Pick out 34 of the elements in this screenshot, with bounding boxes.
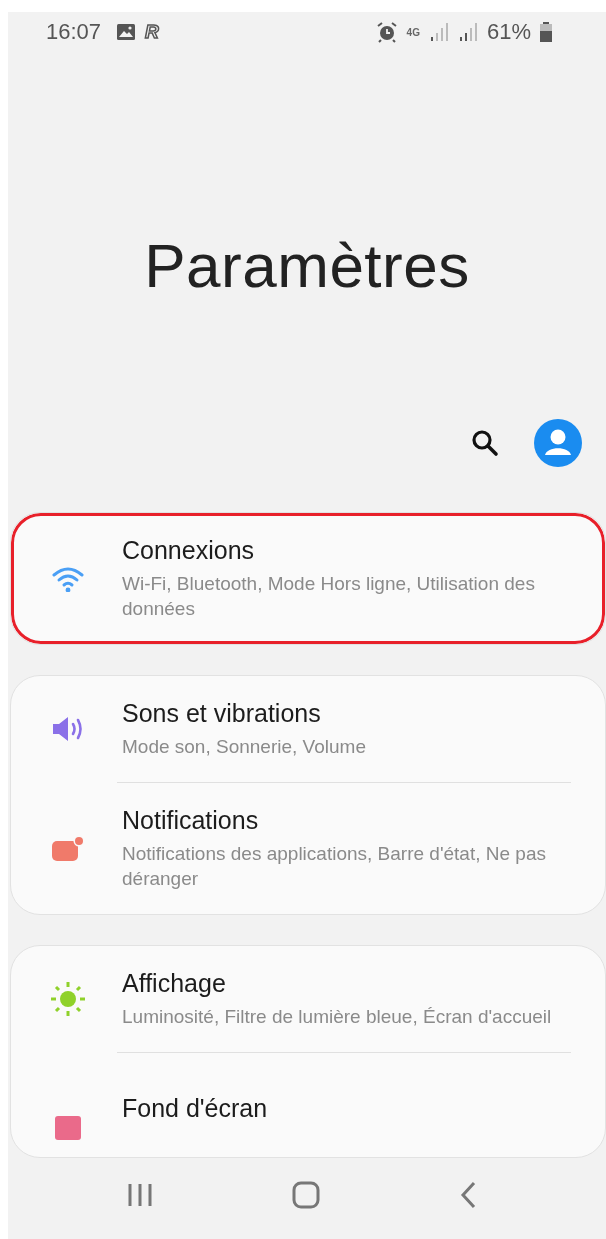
settings-item[interactable]: Notifications Notifications des applications, Barre d'état, Ne pas déranger xyxy=(11,783,605,914)
page-title: Paramètres xyxy=(144,230,470,301)
network-type: 4G xyxy=(406,26,420,38)
alarm-icon xyxy=(375,21,398,43)
item-subtitle: Mode son, Sonnerie, Volume xyxy=(122,735,366,759)
battery-level: 61% xyxy=(486,19,531,45)
signal-icon xyxy=(428,23,449,41)
notification-icon xyxy=(50,834,86,863)
item-title: Sons et vibrations xyxy=(122,699,322,728)
item-title: Fond d'écran xyxy=(122,1093,268,1123)
wifi-icon xyxy=(52,565,84,592)
square-icon xyxy=(55,1116,81,1140)
settings-item[interactable]: Fond d'écran xyxy=(11,1053,605,1157)
sun-icon xyxy=(50,981,86,1017)
recent-apps-icon[interactable] xyxy=(127,1181,154,1208)
item-title: Affichage xyxy=(122,969,227,998)
settings-item[interactable]: Sons et vibrations Mode son, Sonnerie, Volume xyxy=(11,676,605,782)
settings-item[interactable]: Affichage Luminosité, Filtre de lumière bleue, Écran d'accueil xyxy=(11,946,605,1052)
search-icon[interactable] xyxy=(470,428,500,458)
image-icon xyxy=(116,23,137,41)
item-title: Notifications xyxy=(122,806,260,835)
status-time: 16:07 xyxy=(46,19,102,45)
speaker-icon xyxy=(51,716,85,742)
item-subtitle: Luminosité, Filtre de lumière bleue, Écran d'accueil xyxy=(122,1005,552,1029)
home-icon[interactable] xyxy=(292,1180,320,1209)
signal-icon xyxy=(457,23,478,41)
profile-icon[interactable] xyxy=(534,419,582,467)
item-subtitle: Wi-Fi, Bluetooth, Mode Hors ligne, Utilisation des données xyxy=(122,572,536,621)
item-title: Connexions xyxy=(122,536,256,565)
settings-item[interactable]: Connexions Wi-Fi, Bluetooth, Mode Hors ligne, Utilisation des données xyxy=(11,513,605,644)
back-icon[interactable] xyxy=(458,1180,477,1209)
item-subtitle: Notifications des applications, Barre d'état, Ne pas déranger xyxy=(122,842,547,891)
battery-icon xyxy=(540,22,552,42)
notification-app-letter: R xyxy=(145,21,159,43)
